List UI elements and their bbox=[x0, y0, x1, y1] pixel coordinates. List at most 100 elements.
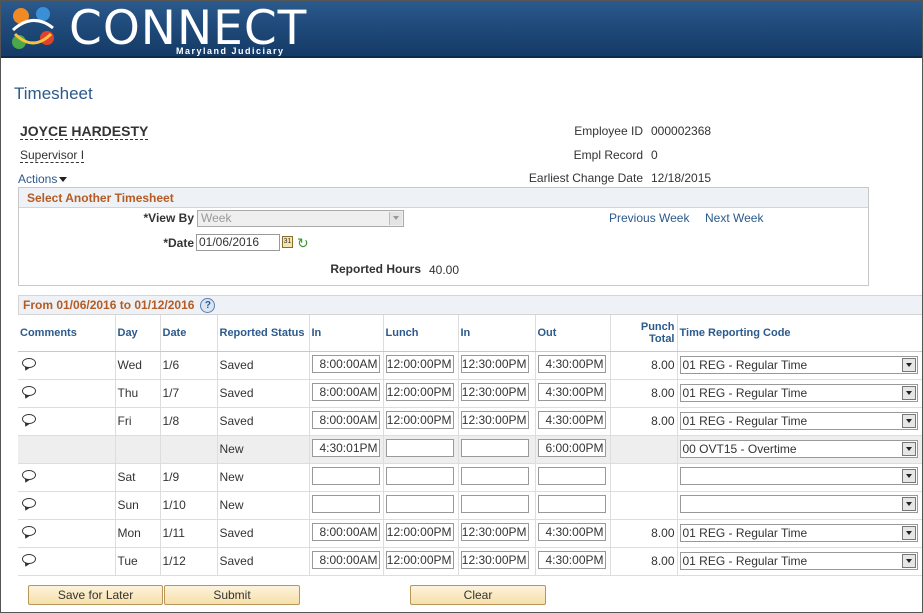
column-header: Out bbox=[535, 315, 611, 352]
refresh-icon[interactable]: ↻ bbox=[297, 236, 311, 250]
time-reporting-code-select[interactable]: 01 REG - Regular Time bbox=[679, 524, 918, 542]
return-time-input-cell: 12:30:00PM bbox=[458, 519, 536, 548]
punch-total-cell bbox=[610, 435, 678, 464]
chevron-down-icon[interactable] bbox=[901, 526, 916, 540]
in-time-input[interactable]: 4:30:01PM bbox=[311, 438, 380, 457]
table-row: Wed 1/6 Saved 8:00:00AM 12:00:00PM 12:30:00PM… bbox=[18, 351, 922, 380]
out-time-input[interactable]: 6:00:00PM bbox=[537, 438, 606, 457]
comment-bubble-icon[interactable] bbox=[22, 525, 36, 536]
day-cell: Thu bbox=[115, 379, 161, 408]
empl-record-label: Empl Record bbox=[573, 148, 643, 162]
comment-bubble-icon[interactable] bbox=[22, 413, 36, 424]
in-time-input[interactable]: 8:00:00AM bbox=[311, 382, 380, 401]
employee-id-value: 000002368 bbox=[651, 124, 712, 138]
out-time-input[interactable]: 4:30:00PM bbox=[537, 354, 606, 373]
employee-name[interactable]: JOYCE HARDESTY bbox=[20, 123, 149, 140]
employee-job-title[interactable]: Supervisor I bbox=[20, 148, 85, 163]
comment-bubble-icon[interactable] bbox=[22, 553, 36, 564]
clear-button[interactable]: Clear bbox=[410, 585, 546, 605]
chevron-down-icon[interactable] bbox=[901, 496, 916, 511]
day-cell: Wed bbox=[115, 351, 161, 380]
out-time-input[interactable]: 4:30:00PM bbox=[537, 522, 606, 541]
time-reporting-code-cell: 01 REG - Regular Time bbox=[677, 351, 922, 380]
chevron-down-icon[interactable] bbox=[901, 386, 916, 400]
dropdown-arrow-icon bbox=[59, 177, 68, 183]
calendar-icon[interactable]: 31 bbox=[282, 236, 293, 248]
time-reporting-code-select[interactable]: 01 REG - Regular Time bbox=[679, 412, 918, 430]
date-cell: 1/8 bbox=[160, 407, 218, 436]
in-time-input[interactable]: 8:00:00AM bbox=[311, 410, 380, 429]
save-for-later-button[interactable]: Save for Later bbox=[28, 585, 163, 605]
comments-cell bbox=[18, 379, 116, 408]
lunch-time-input[interactable]: 12:00:00PM bbox=[385, 522, 454, 541]
comments-cell bbox=[18, 491, 116, 520]
comments-cell bbox=[18, 547, 116, 576]
out-time-input[interactable]: 4:30:00PM bbox=[537, 382, 606, 401]
out-time-input[interactable] bbox=[537, 466, 606, 485]
select-timesheet-panel: Select Another Timesheet *View By Week *… bbox=[18, 187, 869, 286]
chevron-down-icon[interactable] bbox=[901, 358, 916, 372]
table-row: Sun 1/10 New bbox=[18, 491, 922, 520]
chevron-down-icon bbox=[389, 212, 402, 225]
in-time-input[interactable] bbox=[311, 466, 380, 485]
date-input[interactable]: 01/06/2016 bbox=[196, 234, 280, 251]
return-time-input[interactable]: 12:30:00PM bbox=[460, 550, 529, 569]
chevron-down-icon[interactable] bbox=[901, 554, 916, 568]
time-reporting-code-select[interactable]: 01 REG - Regular Time bbox=[679, 552, 918, 570]
out-time-input[interactable]: 4:30:00PM bbox=[537, 550, 606, 569]
return-time-input[interactable]: 12:30:00PM bbox=[460, 522, 529, 541]
return-time-input[interactable] bbox=[460, 438, 529, 457]
lunch-time-input[interactable]: 12:00:00PM bbox=[385, 550, 454, 569]
return-time-input[interactable]: 12:30:00PM bbox=[460, 410, 529, 429]
comment-bubble-icon[interactable] bbox=[22, 469, 36, 480]
in-time-input[interactable] bbox=[311, 494, 380, 513]
time-reporting-code-select[interactable]: 01 REG - Regular Time bbox=[679, 356, 918, 374]
return-time-input-cell bbox=[458, 463, 536, 492]
punch-total-cell: 8.00 bbox=[610, 351, 678, 380]
lunch-time-input[interactable]: 12:00:00PM bbox=[385, 354, 454, 373]
in-time-input[interactable]: 8:00:00AM bbox=[311, 354, 380, 373]
lunch-time-input[interactable] bbox=[385, 494, 454, 513]
lunch-time-input-cell bbox=[383, 463, 459, 492]
actions-label: Actions bbox=[18, 172, 58, 186]
time-reporting-code-value: 01 REG - Regular Time bbox=[682, 554, 808, 568]
lunch-time-input[interactable]: 12:00:00PM bbox=[385, 410, 454, 429]
out-time-input[interactable] bbox=[537, 494, 606, 513]
time-reporting-code-select[interactable] bbox=[679, 466, 918, 485]
previous-week-link[interactable]: Previous Week bbox=[609, 211, 689, 225]
out-time-input-cell: 4:30:00PM bbox=[535, 519, 611, 548]
submit-button[interactable]: Submit bbox=[164, 585, 300, 605]
comment-bubble-icon[interactable] bbox=[22, 497, 36, 508]
lunch-time-input[interactable] bbox=[385, 466, 454, 485]
return-time-input[interactable]: 12:30:00PM bbox=[460, 354, 529, 373]
help-icon[interactable]: ? bbox=[200, 298, 216, 314]
punch-total-cell bbox=[610, 491, 678, 520]
chevron-down-icon[interactable] bbox=[901, 442, 916, 456]
return-time-input[interactable]: 12:30:00PM bbox=[460, 382, 529, 401]
time-reporting-code-select[interactable] bbox=[679, 494, 918, 513]
lunch-time-input[interactable]: 12:00:00PM bbox=[385, 382, 454, 401]
time-reporting-code-select[interactable]: 00 OVT15 - Overtime bbox=[679, 440, 918, 458]
in-time-input-cell bbox=[309, 491, 384, 520]
table-row: Mon 1/11 Saved 8:00:00AM 12:00:00PM 12:30:00P… bbox=[18, 519, 922, 548]
day-cell: Mon bbox=[115, 519, 161, 548]
comment-bubble-icon[interactable] bbox=[22, 385, 36, 396]
return-time-input[interactable] bbox=[460, 494, 529, 513]
in-time-input[interactable]: 8:00:00AM bbox=[311, 550, 380, 569]
lunch-time-input-cell: 12:00:00PM bbox=[383, 407, 459, 436]
status-cell: Saved bbox=[217, 407, 310, 436]
view-by-value: Week bbox=[201, 211, 232, 225]
lunch-time-input[interactable] bbox=[385, 438, 454, 457]
time-reporting-code-select[interactable]: 01 REG - Regular Time bbox=[679, 384, 918, 402]
comment-bubble-icon[interactable] bbox=[22, 357, 36, 368]
out-time-input-cell: 4:30:00PM bbox=[535, 379, 611, 408]
chevron-down-icon[interactable] bbox=[901, 414, 916, 428]
time-reporting-code-cell bbox=[677, 463, 922, 492]
actions-menu[interactable]: Actions bbox=[18, 172, 68, 186]
column-header: In bbox=[309, 315, 384, 352]
next-week-link[interactable]: Next Week bbox=[705, 211, 763, 225]
chevron-down-icon[interactable] bbox=[901, 468, 916, 483]
in-time-input[interactable]: 8:00:00AM bbox=[311, 522, 380, 541]
return-time-input[interactable] bbox=[460, 466, 529, 485]
out-time-input[interactable]: 4:30:00PM bbox=[537, 410, 606, 429]
